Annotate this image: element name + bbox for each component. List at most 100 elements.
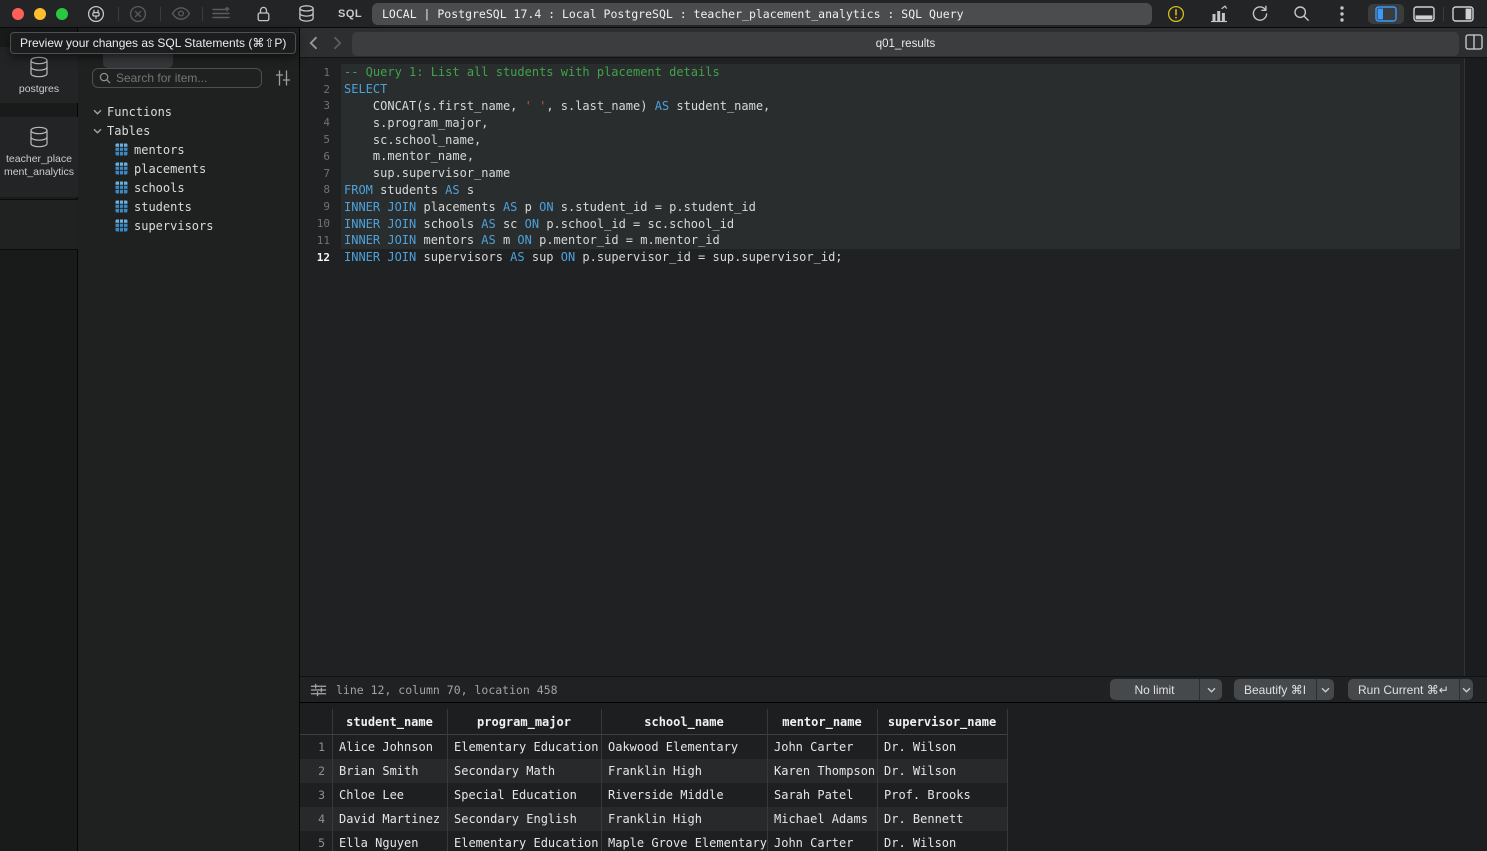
sidebar-item-schools[interactable]: schools — [78, 178, 300, 197]
editor-status-bar: line 12, column 70, location 458 No limi… — [300, 676, 1487, 702]
chart-icon[interactable] — [1209, 5, 1229, 23]
cell-school_name[interactable]: Oakwood Elementary — [601, 740, 767, 754]
more-options-icon[interactable] — [1339, 5, 1345, 23]
back-button[interactable] — [304, 33, 322, 53]
tree-group-functions[interactable]: Functions — [78, 102, 300, 121]
tab-q01-results[interactable]: q01_results — [352, 32, 1459, 56]
cell-mentor_name[interactable]: Sarah Patel — [767, 788, 877, 802]
tree-group-tables[interactable]: Tables — [78, 121, 300, 140]
cell-supervisor_name[interactable]: Dr. Wilson — [877, 764, 1007, 778]
line-number: 6 — [300, 150, 341, 163]
cell-program_major[interactable]: Special Education — [447, 788, 601, 802]
sidebar-search-input[interactable] — [116, 71, 251, 85]
connection-postgres[interactable]: postgres — [0, 47, 78, 103]
traffic-zoom-button[interactable] — [56, 8, 68, 20]
beautify-button[interactable]: Beautify ⌘I — [1234, 679, 1334, 700]
column-header-student_name[interactable]: student_name — [332, 709, 447, 734]
table-grid-icon — [115, 219, 128, 232]
chevron-down-icon[interactable] — [1316, 679, 1334, 700]
toggle-bottom-panel-button[interactable] — [1408, 4, 1440, 24]
window-title-text: LOCAL | PostgreSQL 17.4 : Local PostgreS… — [382, 7, 964, 21]
connection-teacher-placement-analytics[interactable]: teacher_placement_analytics — [0, 117, 78, 197]
table-row[interactable]: 5Ella NguyenElementary EducationMaple Gr… — [300, 831, 1007, 851]
connect-plug-icon[interactable] — [87, 5, 105, 23]
cell-program_major[interactable]: Secondary Math — [447, 764, 601, 778]
cell-mentor_name[interactable]: John Carter — [767, 740, 877, 754]
database-icon[interactable] — [297, 4, 316, 23]
code-text: sc.school_name, — [341, 133, 481, 147]
table-row[interactable]: 1Alice JohnsonElementary EducationOakwoo… — [300, 735, 1007, 759]
table-row[interactable]: 4David MartinezSecondary EnglishFranklin… — [300, 807, 1007, 831]
code-line: 8FROM students AS s — [300, 182, 1464, 199]
cell-program_major[interactable]: Secondary English — [447, 812, 601, 826]
cell-school_name[interactable]: Riverside Middle — [601, 788, 767, 802]
code-line: 2SELECT — [300, 81, 1464, 98]
table-grid-icon — [115, 181, 128, 194]
chevron-down-icon[interactable] — [1459, 679, 1473, 700]
sidebar-item-students[interactable]: students — [78, 197, 300, 216]
cell-program_major[interactable]: Elementary Education — [447, 836, 601, 850]
table-row[interactable]: 3Chloe LeeSpecial EducationRiverside Mid… — [300, 783, 1007, 807]
refresh-icon[interactable] — [1251, 4, 1269, 23]
run-current-button[interactable]: Run Current ⌘↵ — [1348, 679, 1473, 700]
preview-eye-icon[interactable] — [171, 6, 191, 21]
cursor-position-text: line 12, column 70, location 458 — [336, 683, 558, 697]
toggle-right-panel-button[interactable] — [1447, 4, 1479, 24]
cell-school_name[interactable]: Maple Grove Elementary — [601, 836, 767, 850]
cell-mentor_name[interactable]: John Carter — [767, 836, 877, 850]
search-icon — [99, 72, 111, 84]
column-separator — [877, 709, 878, 851]
sql-editor[interactable]: 1-- Query 1: List all students with plac… — [300, 58, 1464, 676]
column-separator — [447, 709, 448, 851]
sidebar-item-supervisors[interactable]: supervisors — [78, 216, 300, 235]
cell-school_name[interactable]: Franklin High — [601, 764, 767, 778]
column-separator — [1007, 709, 1008, 851]
editor-settings-icon[interactable] — [310, 683, 327, 702]
disconnect-icon[interactable] — [129, 5, 147, 23]
cell-program_major[interactable]: Elementary Education — [447, 740, 601, 754]
main-area: q01_results 1-- Query 1: List all studen… — [300, 28, 1487, 851]
limit-button[interactable]: No limit — [1110, 679, 1222, 700]
cell-student_name[interactable]: Chloe Lee — [332, 788, 447, 802]
editor-scrollbar-gutter[interactable] — [1464, 58, 1487, 676]
cell-student_name[interactable]: Alice Johnson — [332, 740, 447, 754]
forward-button[interactable] — [328, 33, 346, 53]
toggle-left-panel-button[interactable] — [1368, 4, 1404, 24]
code-text: INNER JOIN placements AS p ON s.student_… — [341, 200, 756, 214]
window-title[interactable]: LOCAL | PostgreSQL 17.4 : Local PostgreS… — [372, 3, 1152, 25]
column-header-program_major[interactable]: program_major — [447, 709, 601, 734]
line-number: 12 — [300, 251, 341, 264]
search-icon[interactable] — [1293, 5, 1310, 22]
cell-student_name[interactable]: David Martinez — [332, 812, 447, 826]
traffic-close-button[interactable] — [12, 8, 24, 20]
column-header-school_name[interactable]: school_name — [601, 709, 767, 734]
sidebar-item-label: mentors — [134, 143, 185, 157]
table-grid-icon — [115, 143, 128, 156]
table-row[interactable]: 2Brian SmithSecondary MathFranklin HighK… — [300, 759, 1007, 783]
sidebar-search-field[interactable] — [92, 68, 262, 88]
cell-mentor_name[interactable]: Michael Adams — [767, 812, 877, 826]
query-log-icon[interactable] — [211, 6, 231, 21]
row-number: 5 — [300, 836, 332, 850]
sidebar-item-mentors[interactable]: mentors — [78, 140, 300, 159]
schema-tree: Functions Tables mentors placementsschool… — [78, 102, 300, 235]
line-number: 10 — [300, 217, 341, 230]
filter-icon[interactable] — [274, 69, 292, 92]
cell-student_name[interactable]: Ella Nguyen — [332, 836, 447, 850]
cell-supervisor_name[interactable]: Dr. Wilson — [877, 740, 1007, 754]
lock-icon[interactable] — [255, 5, 272, 23]
cell-school_name[interactable]: Franklin High — [601, 812, 767, 826]
column-header-mentor_name[interactable]: mentor_name — [767, 709, 877, 734]
cell-supervisor_name[interactable]: Dr. Wilson — [877, 836, 1007, 850]
chevron-down-icon[interactable] — [1199, 679, 1222, 700]
cell-supervisor_name[interactable]: Prof. Brooks — [877, 788, 1007, 802]
warning-icon[interactable] — [1167, 5, 1185, 23]
cell-student_name[interactable]: Brian Smith — [332, 764, 447, 778]
cell-supervisor_name[interactable]: Dr. Bennett — [877, 812, 1007, 826]
line-number: 3 — [300, 99, 341, 112]
cell-mentor_name[interactable]: Karen Thompson — [767, 764, 877, 778]
sidebar-item-placements[interactable]: placements — [78, 159, 300, 178]
traffic-minimize-button[interactable] — [34, 8, 46, 20]
split-view-icon[interactable] — [1465, 34, 1483, 55]
column-header-supervisor_name[interactable]: supervisor_name — [877, 709, 1007, 734]
